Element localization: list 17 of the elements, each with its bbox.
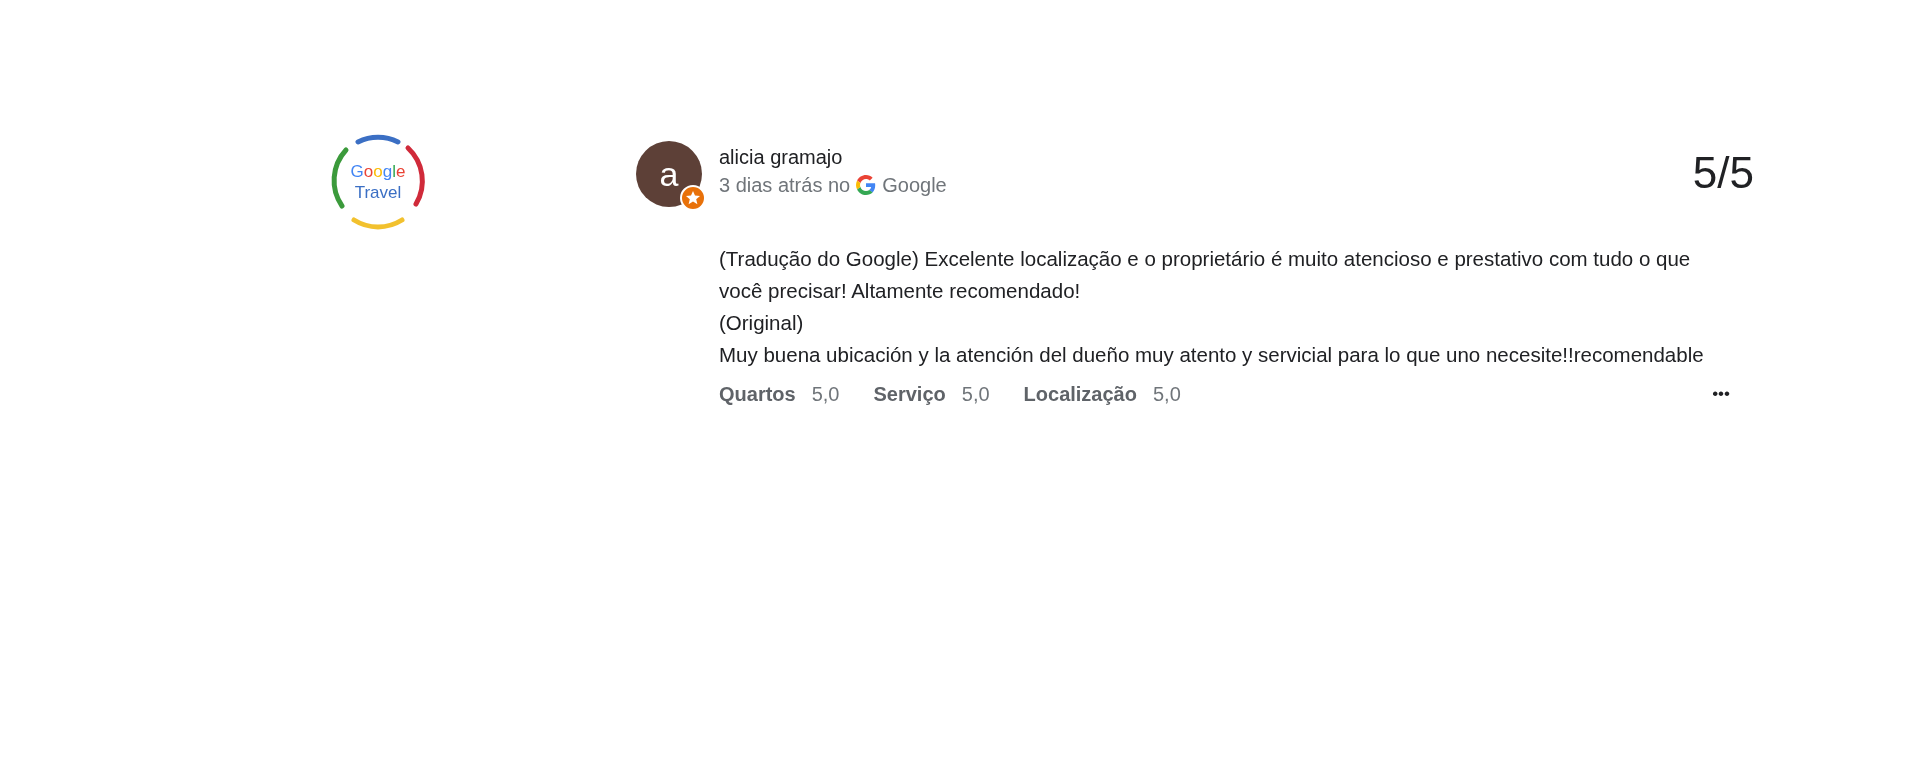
logo-text: Travel: [354, 182, 402, 203]
reviewer-name: alicia gramajo: [719, 145, 844, 170]
rating-value: 5,0: [811, 382, 840, 407]
review-text: (Original): [719, 310, 805, 336]
review-source: Google: [882, 173, 947, 198]
review-text: Muy buena ubicación y la atención del dueño muy atento y servicial para lo que uno necesite!!recomendable: [719, 342, 1705, 368]
google-g-icon: [856, 175, 877, 195]
logo-text: Google: [350, 161, 406, 182]
rating-value: 5,0: [961, 382, 990, 407]
rating-label: Quartos: [719, 382, 796, 407]
rating-value: 5,0: [1152, 382, 1181, 407]
rating-label: Localização: [1023, 382, 1137, 407]
rating-label: Serviço: [873, 382, 946, 407]
review-text: (Tradução do Google) Excelente localização e o proprietário é muito atencioso e prestativo com tudo o que você precisar! Altamente recomendado!: [719, 246, 1692, 304]
review-score: 5/5: [1692, 147, 1754, 198]
review-date: 3 dias atrás no: [719, 173, 851, 198]
more-options-button[interactable]: •••: [1712, 381, 1730, 407]
